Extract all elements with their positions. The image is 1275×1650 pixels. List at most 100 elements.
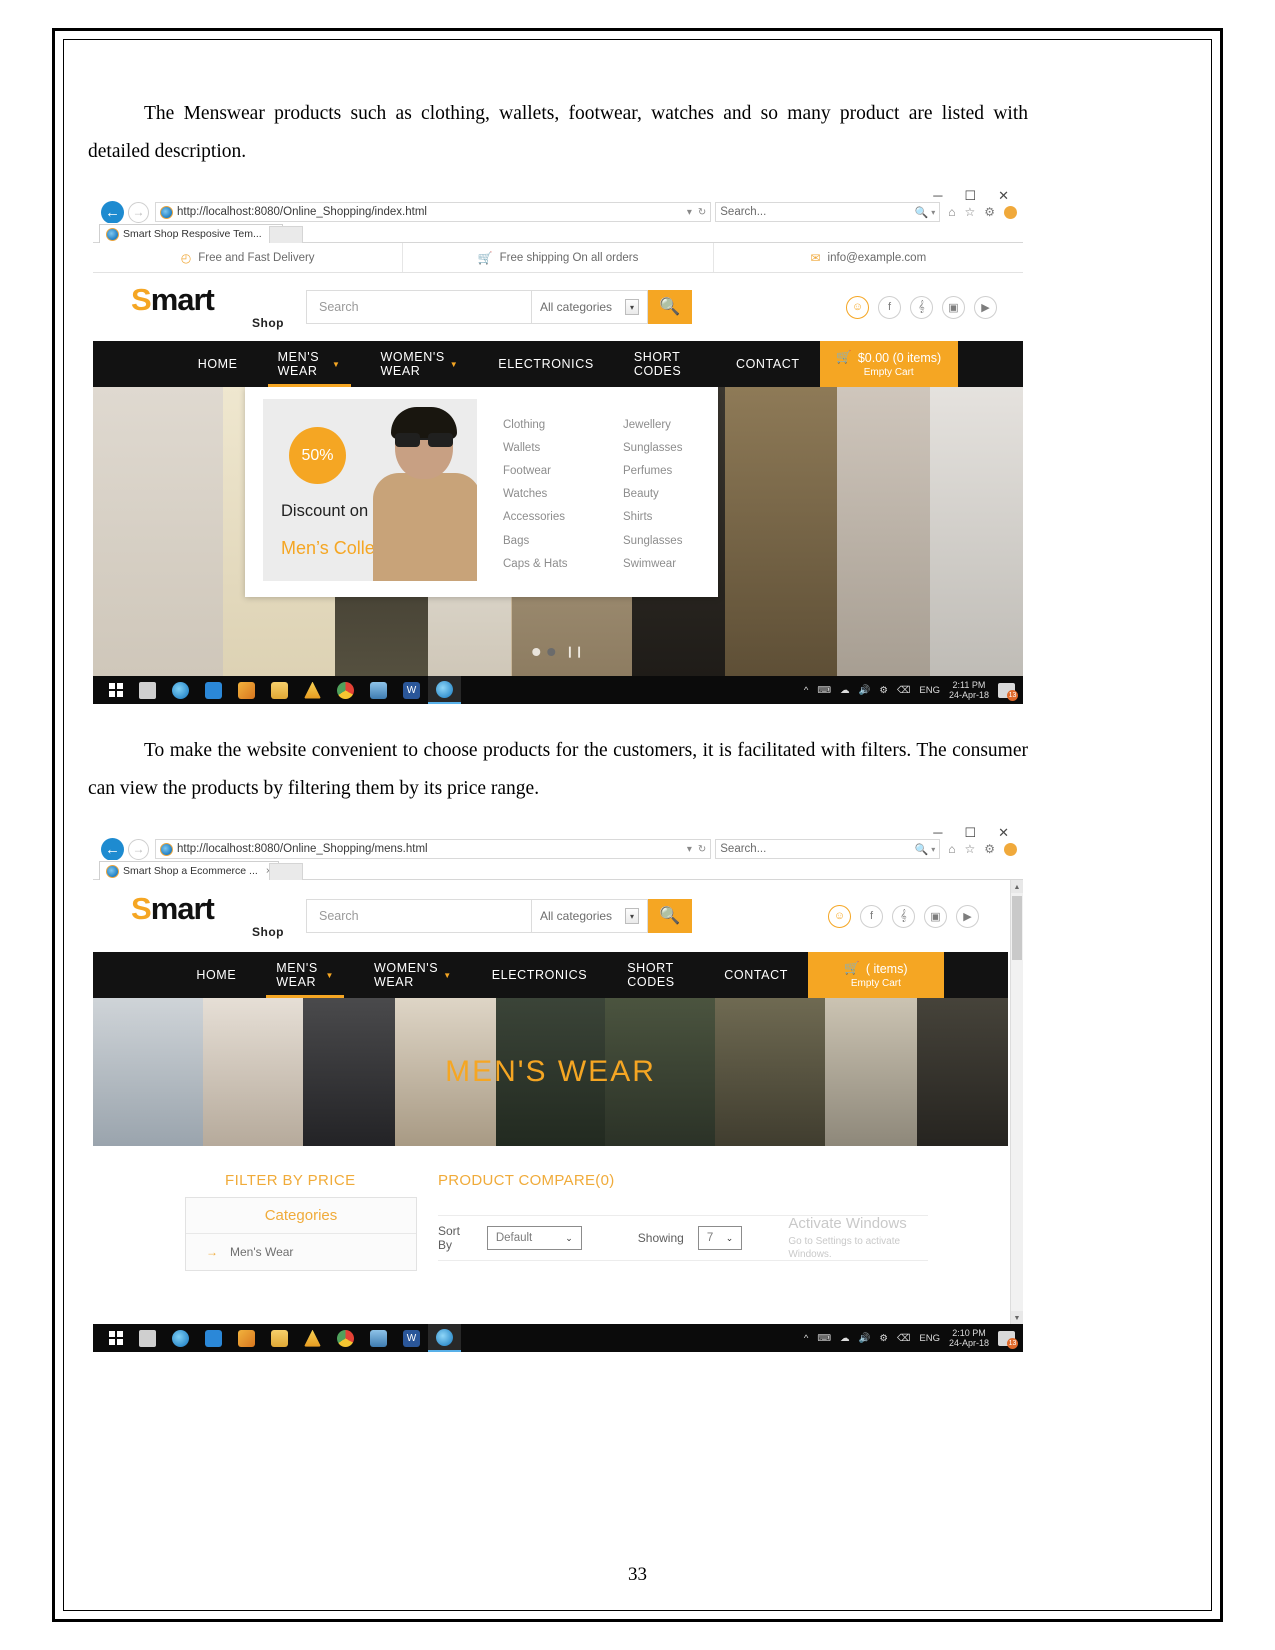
nav-item-mens-wear[interactable]: MEN'S WEAR ▼ [258, 341, 361, 388]
site-search-input-1[interactable]: Search [306, 290, 531, 325]
task-view-button-1[interactable] [131, 676, 164, 704]
youtube-icon[interactable]: ▶ [956, 904, 979, 928]
tray-network-icon[interactable]: ☁ [840, 1333, 850, 1344]
menu-link[interactable]: Beauty [623, 483, 709, 506]
showing-select[interactable]: 7 ⌄ [697, 1226, 743, 1251]
taskbar-vscode-2[interactable] [197, 1324, 230, 1352]
menu-link[interactable]: Perfumes [623, 459, 709, 482]
account-icon[interactable]: ☺ [846, 295, 869, 319]
site-search-button-1[interactable]: 🔍 [648, 290, 692, 325]
category-select-2[interactable]: All categories ▾ [531, 899, 648, 934]
taskbar-package-2[interactable] [362, 1324, 395, 1352]
favorites-star-icon[interactable]: ☆ [964, 842, 975, 857]
tray-keyboard-icon[interactable]: ⌨ [817, 1333, 831, 1344]
taskbar-explorer-1[interactable] [263, 676, 296, 704]
taskbar-warning-1[interactable] [296, 676, 329, 704]
taskbar-chrome-1[interactable] [329, 676, 362, 704]
tray-language-2[interactable]: ENG [919, 1333, 940, 1344]
url-input-2[interactable]: http://localhost:8080/Online_Shopping/me… [155, 839, 712, 860]
tray-volume-icon[interactable]: 🔊 [859, 685, 871, 696]
taskbar-ie-active-1[interactable] [428, 676, 461, 705]
menu-link[interactable]: Accessories [503, 506, 589, 529]
taskbar-edge-2[interactable] [164, 1324, 197, 1352]
back-icon[interactable]: ← [101, 837, 124, 861]
carousel-dot[interactable] [532, 647, 541, 656]
tray-keyboard-icon[interactable]: ⌨ [817, 685, 831, 696]
tray-input-icon[interactable]: ⌫ [897, 685, 910, 696]
chevron-down-icon[interactable]: ▾ [687, 207, 692, 218]
taskbar-edge-1[interactable] [164, 676, 197, 704]
taskbar-vscode-1[interactable] [197, 676, 230, 704]
nav-item-mens-wear[interactable]: MEN'S WEAR ▼ [256, 952, 354, 999]
feedback-smiley-icon[interactable] [1004, 842, 1017, 856]
browser-tab-2[interactable]: Smart Shop a Ecommerce ... × [99, 861, 279, 881]
instagram-icon[interactable]: ▣ [924, 904, 947, 928]
page-scrollbar-2[interactable]: ▲ ▼ [1010, 880, 1023, 1325]
carousel-dot-active[interactable] [547, 647, 556, 656]
taskbar-tool-1[interactable] [230, 676, 263, 704]
facebook-icon[interactable]: f [860, 904, 883, 928]
menu-link[interactable]: Watches [503, 483, 589, 506]
taskbar-word-1[interactable]: W [395, 676, 428, 704]
twitter-icon[interactable]: 𝄞 [892, 904, 915, 928]
site-search-button-2[interactable]: 🔍 [648, 899, 692, 934]
tray-settings-icon[interactable]: ⚙ [879, 1333, 888, 1344]
forward-icon[interactable]: → [128, 201, 149, 223]
refresh-icon[interactable]: ↻ [698, 844, 706, 855]
cart-button-2[interactable]: 🛒 ( items) Empty Cart [807, 952, 944, 999]
taskbar-word-2[interactable]: W [395, 1324, 428, 1352]
home-icon[interactable]: ⌂ [948, 842, 955, 857]
menu-link[interactable]: Shirts [623, 506, 709, 529]
menu-link[interactable]: Wallets [503, 436, 589, 459]
tray-input-icon[interactable]: ⌫ [897, 1333, 910, 1344]
chevron-down-icon[interactable]: ▾ [931, 845, 935, 854]
menu-link[interactable]: Swimwear [623, 552, 709, 575]
menu-link[interactable]: Sunglasses [623, 529, 709, 552]
scroll-down-icon[interactable]: ▼ [1011, 1311, 1023, 1325]
menu-link[interactable]: Bags [503, 529, 589, 552]
browser-tab-1[interactable]: Smart Shop Resposive Tem... × [99, 224, 283, 244]
favorites-star-icon[interactable]: ☆ [964, 205, 975, 220]
cart-button-1[interactable]: 🛒 $0.00 (0 items) Empty Cart [819, 341, 958, 388]
site-logo-1[interactable]: Smart Shop [119, 284, 284, 330]
gear-icon[interactable]: ⚙ [984, 842, 995, 857]
chevron-down-icon[interactable]: ▾ [687, 844, 692, 855]
scroll-up-icon[interactable]: ▲ [1011, 880, 1023, 894]
pause-icon[interactable]: ❙❙ [565, 645, 583, 658]
promo-card[interactable]: 50% Discount on Men’s Collections [263, 399, 477, 582]
instagram-icon[interactable]: ▣ [942, 295, 965, 319]
nav-item-electronics[interactable]: ELECTRONICS [472, 952, 608, 998]
forward-icon[interactable]: → [128, 838, 149, 860]
clock-1[interactable]: 2:11 PM 24-Apr-18 [949, 680, 989, 701]
menu-link[interactable]: Caps & Hats [503, 552, 589, 575]
tray-volume-icon[interactable]: 🔊 [859, 1333, 871, 1344]
task-view-button-2[interactable] [131, 1324, 164, 1352]
youtube-icon[interactable]: ▶ [974, 295, 997, 319]
start-button-1[interactable] [101, 676, 131, 704]
taskbar-warning-2[interactable] [296, 1324, 329, 1352]
browser-search-input-1[interactable]: Search... 🔍 ▾ [715, 202, 941, 223]
taskbar-tool-2[interactable] [230, 1324, 263, 1352]
taskbar-chrome-2[interactable] [329, 1324, 362, 1352]
tray-expand-icon[interactable]: ^ [804, 1333, 808, 1344]
taskbar-package-1[interactable] [362, 676, 395, 704]
back-icon[interactable]: ← [101, 200, 124, 224]
search-icon[interactable]: 🔍 [915, 843, 929, 856]
nav-item-contact[interactable]: CONTACT [716, 341, 820, 387]
site-logo-2[interactable]: Smart Shop [119, 893, 284, 939]
tray-network-icon[interactable]: ☁ [840, 685, 850, 696]
menu-link[interactable]: Sunglasses [623, 436, 709, 459]
menu-link[interactable]: Jewellery [623, 413, 709, 436]
nav-item-short-codes[interactable]: SHORT CODES [607, 952, 704, 998]
search-icon[interactable]: 🔍 [915, 206, 929, 219]
tray-language-1[interactable]: ENG [919, 685, 940, 696]
browser-search-input-2[interactable]: Search... 🔍 ▾ [715, 839, 941, 860]
clock-2[interactable]: 2:10 PM 24-Apr-18 [949, 1328, 989, 1349]
chevron-down-icon[interactable]: ▾ [625, 299, 639, 316]
facebook-icon[interactable]: f [878, 295, 901, 319]
notification-center-icon-1[interactable]: 13 [998, 682, 1018, 701]
site-search-input-2[interactable]: Search [306, 899, 531, 934]
category-item-mens-wear[interactable]: → Men's Wear [186, 1234, 416, 1270]
category-select-1[interactable]: All categories ▾ [531, 290, 648, 325]
chevron-down-icon[interactable]: ▾ [931, 208, 935, 217]
